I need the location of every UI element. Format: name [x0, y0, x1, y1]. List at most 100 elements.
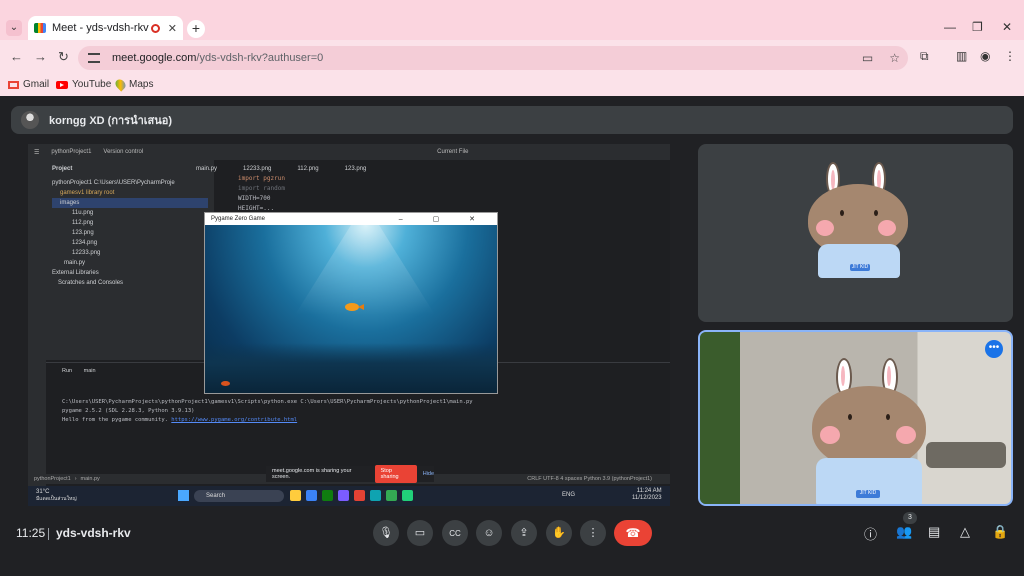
bookmark-maps[interactable]: Maps — [113, 77, 154, 92]
bookmark-gmail[interactable]: Gmail — [8, 79, 49, 90]
project-menu[interactable]: pythonProject1 — [51, 149, 91, 155]
tree-item[interactable]: 123.png — [52, 228, 208, 238]
forward-button[interactable]: → — [34, 49, 47, 64]
pygame-window-controls[interactable]: – ▢ ✕ — [399, 215, 489, 223]
minimize-button[interactable]: — — [944, 20, 956, 34]
tree-item[interactable]: pythonProject1 C:\Users\USER\PycharmProj… — [52, 178, 208, 188]
pygame-window[interactable]: Pygame Zero Game – ▢ ✕ — [204, 212, 498, 394]
participant-tile[interactable]: JIT KID — [698, 144, 1013, 322]
bookmark-label: Maps — [129, 79, 154, 90]
vcs-menu[interactable]: Version control — [103, 149, 143, 155]
stop-sharing-button[interactable]: Stop sharing — [374, 465, 417, 483]
app-icon[interactable] — [402, 490, 413, 501]
editor-tab[interactable]: 12233.png — [243, 166, 271, 172]
app-icon[interactable] — [290, 490, 301, 501]
project-label: Project — [52, 166, 73, 172]
tree-item[interactable]: External Libraries — [52, 268, 208, 278]
close-window-button[interactable]: ✕ — [1002, 20, 1012, 34]
extensions-icon[interactable]: ⧉ — [920, 49, 929, 64]
present-screen-icon: ⇪ — [519, 527, 529, 539]
new-tab-button[interactable]: + — [187, 20, 205, 38]
present-button[interactable]: ⇪ — [511, 520, 537, 546]
shared-screen: ☰ pythonProject1 Version control Current… — [28, 144, 670, 506]
participant-tile-active[interactable]: JIT KID ••• — [698, 330, 1013, 506]
more-button[interactable]: ⋮ — [580, 520, 606, 546]
ide-menu-icon[interactable]: ☰ — [34, 149, 39, 156]
lang-indicator[interactable]: ENG — [562, 492, 575, 498]
tree-item[interactable]: 11u.png — [52, 208, 208, 218]
maximize-button[interactable]: ❐ — [972, 20, 983, 34]
end-call-button[interactable]: ☎ — [614, 520, 652, 546]
bear-eye — [874, 210, 878, 216]
run-config-tab[interactable]: main — [84, 368, 96, 374]
close-tab-icon[interactable]: ✕ — [168, 22, 177, 35]
bear-avatar: JIT KID — [794, 358, 944, 504]
site-info-icon[interactable] — [88, 53, 100, 63]
weather-temp: 31°C — [36, 489, 50, 495]
tree-item[interactable]: 1234.png — [52, 238, 208, 248]
app-icon[interactable] — [306, 490, 317, 501]
maps-icon — [113, 77, 128, 92]
tree-item[interactable]: 12233.png — [52, 248, 208, 258]
bookmark-youtube[interactable]: YouTube — [56, 79, 111, 90]
tab-meet[interactable]: Meet - yds-vdsh-rkv ✕ — [28, 16, 183, 40]
tree-item[interactable]: main.py — [52, 258, 208, 268]
run-config[interactable]: Current File — [437, 149, 468, 155]
tree-item[interactable]: 112.png — [52, 218, 208, 228]
status-file[interactable]: main.py — [81, 476, 100, 482]
side-panel-icon[interactable]: ▥ — [956, 49, 967, 63]
tree-item[interactable]: Scratches and Consoles — [52, 278, 208, 288]
window-garden — [700, 332, 740, 504]
back-button[interactable]: ← — [10, 49, 23, 64]
reload-button[interactable]: ↻ — [58, 49, 69, 65]
console-line: Hello from the pygame community. — [62, 417, 168, 423]
people-icon[interactable]: 👥 — [896, 524, 912, 540]
tree-item[interactable]: images — [52, 198, 208, 208]
captions-icon: CC — [449, 529, 461, 538]
app-icon[interactable] — [386, 490, 397, 501]
editor-tab[interactable]: 112.png — [297, 166, 318, 172]
emoji-icon: ☺ — [483, 527, 495, 539]
windows-start-icon[interactable] — [178, 490, 189, 501]
address-bar[interactable]: meet.google.com/yds-vdsh-rkv?authuser=0 … — [78, 46, 908, 70]
tree-item[interactable]: gamesv1 library root — [52, 188, 208, 198]
camera-in-use-icon[interactable]: ▭ — [862, 51, 873, 65]
app-icon[interactable] — [322, 490, 333, 501]
activities-icon[interactable]: △ — [960, 524, 970, 540]
app-icon[interactable] — [370, 490, 381, 501]
captions-button[interactable]: CC — [442, 520, 468, 546]
code-line: WIDTH=700 — [238, 195, 271, 202]
reactions-button[interactable]: ☺ — [476, 520, 502, 546]
run-tab[interactable]: Run — [62, 368, 72, 374]
bear-shirt — [816, 458, 922, 504]
microphone-button[interactable]: 🎙 — [373, 520, 399, 546]
raise-hand-button[interactable]: ✋ — [546, 520, 572, 546]
host-controls-icon[interactable]: 🔒 — [992, 524, 1008, 540]
console-link[interactable]: https://www.pygame.org/contribute.html — [171, 417, 297, 423]
app-icon[interactable] — [354, 490, 365, 501]
camera-icon: ▭ — [414, 527, 426, 539]
camera-button[interactable]: ▭ — [407, 520, 433, 546]
taskbar-search[interactable]: Search — [194, 490, 284, 502]
tab-search-button[interactable]: ⌄ — [6, 20, 22, 36]
editor-tabs: main.py 12233.png 112.png 123.png — [196, 166, 366, 172]
status-project[interactable]: pythonProject1 — [34, 476, 71, 482]
profile-avatar[interactable]: ◉ — [980, 49, 990, 63]
editor-tab[interactable]: main.py — [196, 166, 217, 172]
more-options-button[interactable]: ••• — [985, 340, 1003, 358]
editor-tab[interactable]: 123.png — [345, 166, 367, 172]
ide-title-bar: ☰ pythonProject1 Version control Current… — [28, 144, 670, 160]
browser-menu-icon[interactable]: ⋮ — [1004, 49, 1016, 63]
bookmark-star-icon[interactable]: ☆ — [889, 51, 900, 65]
info-icon[interactable]: ⓘ — [864, 524, 877, 543]
app-icon[interactable] — [338, 490, 349, 501]
hide-button[interactable]: Hide — [423, 471, 434, 477]
chat-icon[interactable]: ▤ — [928, 524, 940, 540]
bear-eye — [886, 414, 890, 420]
recording-icon — [150, 23, 160, 33]
presentation-header: korngg XD (การนำเสนอ) — [11, 106, 1013, 134]
weather-widget[interactable]: 31°C มีแดดเป็นส่วนใหญ่ — [36, 489, 77, 503]
taskbar-clock[interactable]: 11:24 AM 11/12/2023 — [632, 488, 662, 502]
bookmark-label: YouTube — [72, 79, 112, 90]
console-line: C:\Users\USER\PycharmProjects\pythonProj… — [62, 399, 473, 405]
